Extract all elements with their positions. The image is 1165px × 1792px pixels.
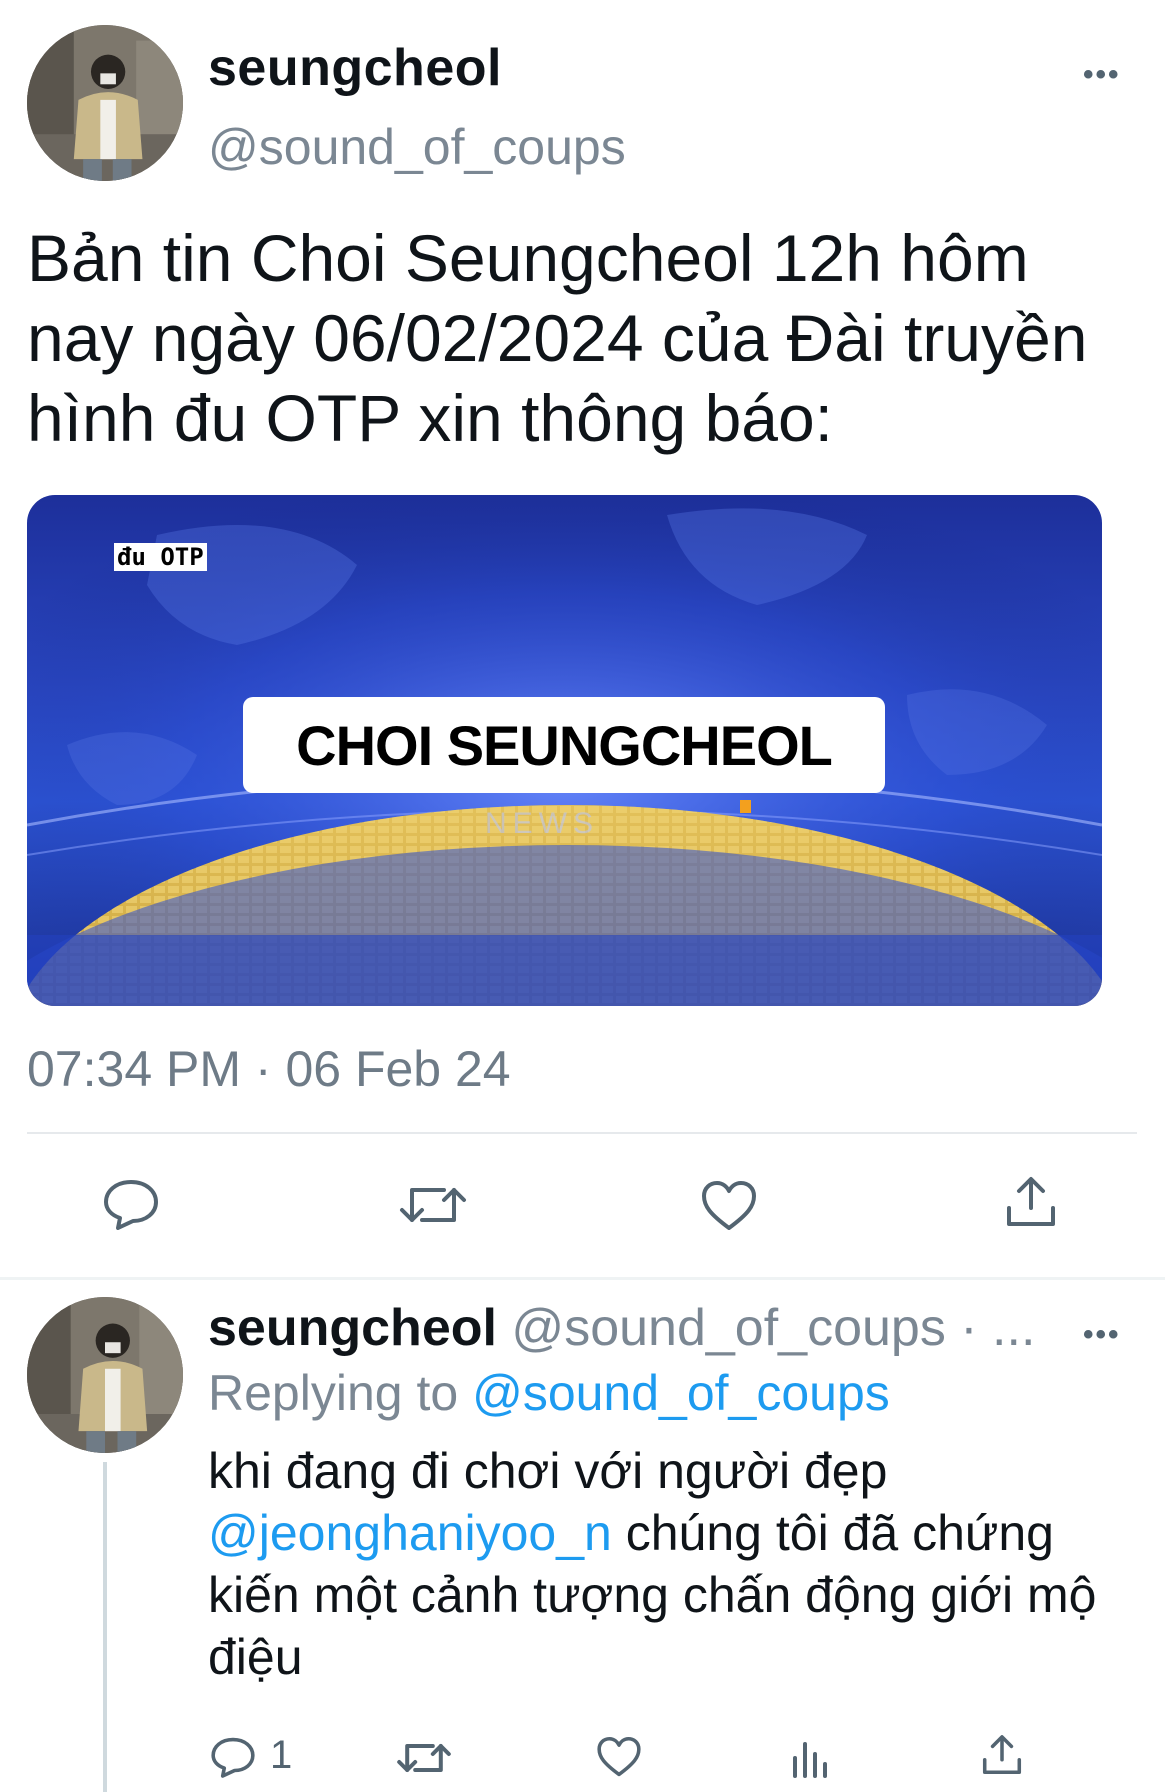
tweet-media-image[interactable]: đu OTP CHOI SEUNGCHEOL NEWS: [27, 495, 1102, 1006]
reply-icon[interactable]: [210, 1736, 256, 1778]
reply-author-handle[interactable]: @sound_of_coups · ...: [511, 1299, 1035, 1357]
reply-author-avatar[interactable]: [27, 1297, 183, 1453]
profile-photo-icon: [27, 1297, 183, 1453]
like-icon[interactable]: [700, 1180, 758, 1232]
tweet-action-bar: [0, 1170, 1165, 1240]
more-options-icon[interactable]: •••: [1083, 1318, 1121, 1352]
corner-tag: đu OTP: [114, 543, 207, 571]
reply-text-line1: khi đang đi chơi với người đẹp: [208, 1443, 888, 1499]
author-avatar[interactable]: [27, 25, 183, 181]
reply-header: seungcheol @sound_of_coups · ...: [208, 1298, 1035, 1358]
more-options-icon[interactable]: •••: [1083, 58, 1121, 92]
tweet-text: Bản tin Choi Seungcheol 12h hôm nay ngày…: [27, 221, 1088, 455]
share-icon[interactable]: [1003, 1174, 1059, 1230]
tweet-timestamp[interactable]: 07:34 PM · 06 Feb 24: [27, 1040, 511, 1098]
author-name[interactable]: seungcheol: [208, 38, 502, 98]
headline-card: CHOI SEUNGCHEOL: [243, 697, 885, 793]
profile-photo-icon: [27, 25, 183, 181]
share-icon[interactable]: [980, 1732, 1024, 1778]
retweet-icon[interactable]: [396, 1738, 452, 1778]
analytics-icon[interactable]: [790, 1736, 830, 1780]
replying-to-prefix: Replying to: [208, 1365, 459, 1421]
author-handle[interactable]: @sound_of_coups: [208, 118, 626, 176]
retweet-icon[interactable]: [398, 1180, 468, 1230]
replying-to-handle-link[interactable]: @sound_of_coups: [472, 1365, 890, 1421]
mention-link[interactable]: @jeonghaniyoo_n: [208, 1505, 612, 1561]
divider: [0, 1277, 1165, 1280]
reply-text: khi đang đi chơi với người đẹp @jeonghani…: [208, 1440, 1138, 1688]
replying-to: Replying to @sound_of_coups: [208, 1364, 890, 1422]
reply-author-name[interactable]: seungcheol: [208, 1299, 497, 1357]
news-watermark: NEWS: [485, 807, 599, 840]
reply-icon[interactable]: [102, 1178, 160, 1230]
divider: [27, 1132, 1137, 1134]
reply-count: 1: [270, 1733, 293, 1777]
reply-action-bar: [0, 1728, 1165, 1792]
tweet-detail-screen: seungcheol @sound_of_coups ••• Bản tin C…: [0, 0, 1165, 1792]
like-icon[interactable]: [596, 1736, 642, 1778]
